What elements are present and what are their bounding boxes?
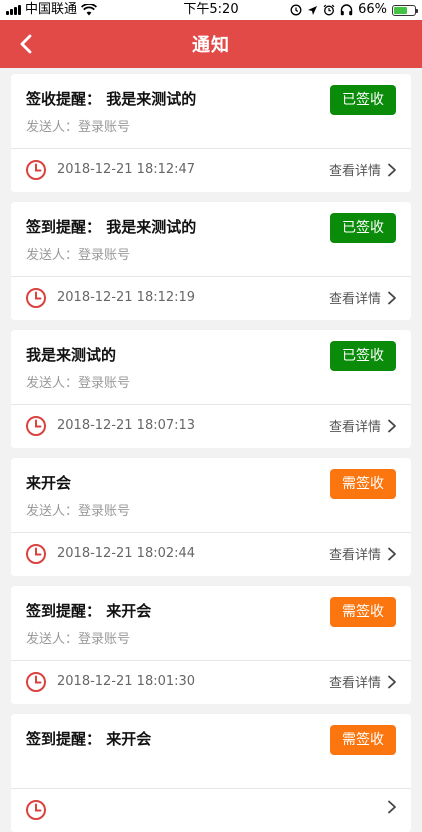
view-details-label: 查看详情	[328, 164, 381, 179]
sign-status-button[interactable]: 需签收	[330, 725, 396, 755]
sign-status-button[interactable]: 已签收	[330, 341, 396, 371]
view-details-link[interactable]: 查看详情	[329, 288, 397, 307]
clock-icon	[26, 416, 46, 436]
notification-sender: 发送人：登录账号	[26, 632, 131, 647]
sign-status-button[interactable]: 已签收	[330, 85, 396, 115]
notification-sender: 发送人：登录账号	[26, 376, 131, 391]
carrier-label: 中国联通	[25, 2, 78, 17]
notification-card[interactable]: 签到提醒： 来开会 需签收	[11, 714, 411, 832]
card-divider	[11, 660, 411, 661]
card-divider	[11, 276, 411, 277]
signal-icon	[6, 5, 21, 15]
card-divider	[11, 148, 411, 149]
clock-icon	[26, 672, 46, 692]
notification-title: 来开会	[26, 474, 72, 492]
sign-status-button[interactable]: 需签收	[330, 597, 396, 627]
notification-title: 签到提醒： 来开会	[26, 602, 152, 620]
notification-sender: 发送人：登录账号	[26, 504, 131, 519]
notification-time: 2018-12-21 18:01:30	[57, 674, 196, 689]
status-bar: 中国联通 下午5:20 66%	[0, 0, 422, 20]
notification-time: 2018-12-21 18:12:19	[57, 290, 196, 305]
nav-bar: 通知	[0, 20, 422, 68]
clock-icon	[26, 288, 46, 308]
wifi-icon	[81, 4, 98, 16]
page-title: 通知	[192, 35, 230, 56]
view-details-label: 查看详情	[328, 292, 381, 307]
view-details-link[interactable]: 查看详情	[329, 416, 397, 435]
view-details-label: 查看详情	[328, 420, 381, 435]
chevron-right-icon	[388, 419, 396, 432]
card-divider	[11, 788, 411, 789]
notification-card[interactable]: 来开会发送人：登录账号 需签收 2018-12-21 18:02:44 查看详情	[11, 458, 411, 576]
alarm-icon	[323, 4, 335, 16]
back-button[interactable]	[10, 28, 42, 60]
status-time: 下午5:20	[183, 2, 239, 17]
notification-time: 2018-12-21 18:12:47	[57, 162, 196, 177]
notification-sender: 发送人：登录账号	[26, 248, 131, 263]
notification-card[interactable]: 签到提醒： 我是来测试的 发送人：登录账号 已签收 2018-12-21 18:12:…	[11, 202, 411, 320]
location-arrow-icon	[308, 5, 318, 15]
sign-status-button[interactable]: 已签收	[330, 213, 396, 243]
notification-title: 签到提醒： 来开会	[26, 730, 152, 748]
notification-title: 签收提醒： 我是来测试的	[26, 90, 197, 108]
notification-sender: 发送人：登录账号	[26, 120, 131, 135]
view-details-link[interactable]	[381, 800, 397, 814]
clock-icon	[26, 160, 46, 180]
notification-time: 2018-12-21 18:02:44	[57, 546, 196, 561]
battery-percent: 66%	[358, 2, 387, 17]
notification-title: 签到提醒： 我是来测试的	[26, 218, 197, 236]
clock-icon	[26, 800, 46, 820]
chevron-left-icon	[20, 34, 32, 54]
location-lock-icon	[290, 4, 302, 16]
chevron-right-icon	[388, 291, 396, 304]
notification-title: 我是来测试的	[26, 346, 117, 364]
headphones-icon	[340, 4, 353, 16]
notification-card[interactable]: 我是来测试的 发送人：登录账号 已签收 2018-12-21 18:07:13 查看详情	[11, 330, 411, 448]
notification-time: 2018-12-21 18:07:13	[57, 418, 196, 433]
card-divider	[11, 532, 411, 533]
view-details-label: 查看详情	[328, 676, 381, 691]
notification-card[interactable]: 签到提醒： 来开会 发送人：登录账号 需签收 2018-12-21 18:01:30 查…	[11, 586, 411, 704]
clock-icon	[26, 544, 46, 564]
view-details-link[interactable]: 查看详情	[329, 672, 397, 691]
battery-icon	[392, 4, 418, 16]
chevron-right-icon	[388, 675, 396, 688]
view-details-link[interactable]: 查看详情	[329, 544, 397, 563]
chevron-right-icon	[388, 800, 396, 814]
view-details-label: 查看详情	[328, 548, 381, 563]
view-details-link[interactable]: 查看详情	[329, 160, 397, 179]
chevron-right-icon	[388, 163, 396, 176]
card-divider	[11, 404, 411, 405]
sign-status-button[interactable]: 需签收	[330, 469, 396, 499]
chevron-right-icon	[388, 547, 396, 560]
notification-card[interactable]: 签收提醒： 我是来测试的 发送人：登录账号 已签收 2018-12-21 18:12:…	[11, 74, 411, 192]
